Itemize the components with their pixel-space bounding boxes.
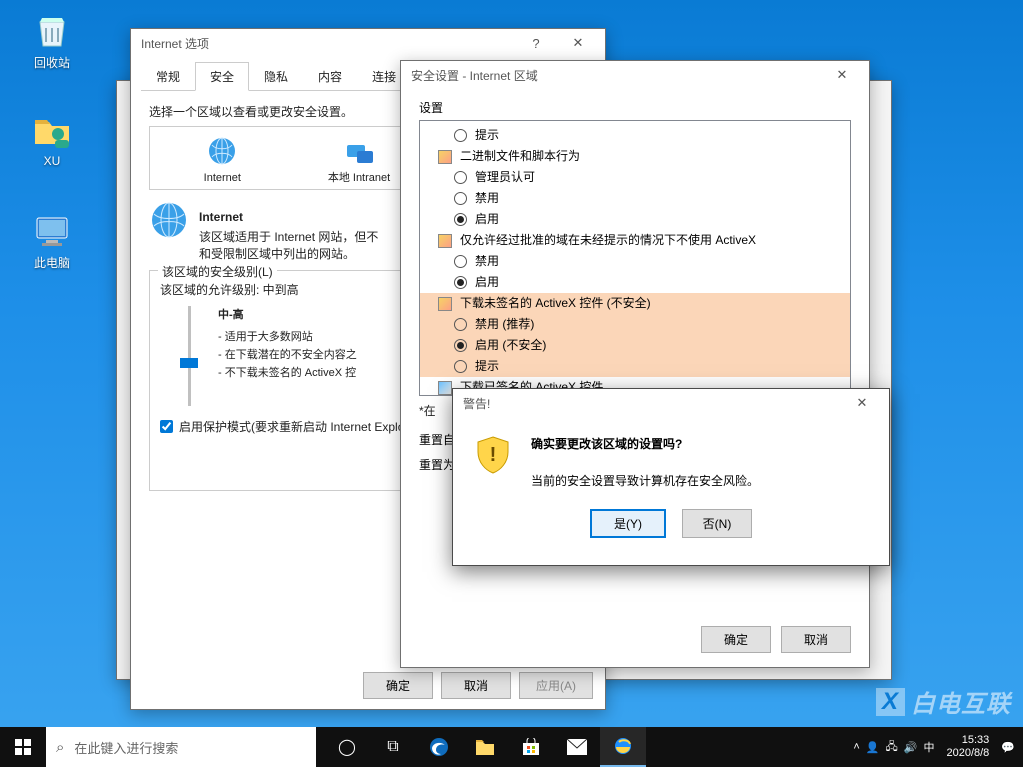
search-box[interactable]: ⌕ 在此键入进行搜索	[46, 727, 316, 767]
tray-people-icon[interactable]: 👤	[866, 741, 880, 754]
mail-icon[interactable]	[554, 727, 600, 767]
svg-text:!: !	[490, 444, 497, 466]
tree-category: 二进制文件和脚本行为	[460, 148, 580, 165]
no-button[interactable]: 否(N)	[682, 509, 752, 538]
settings-label: 设置	[419, 99, 851, 116]
tab-security[interactable]: 安全	[195, 62, 249, 91]
zone-internet[interactable]: Internet	[154, 135, 291, 185]
search-placeholder: 在此键入进行搜索	[74, 738, 178, 757]
task-view-icon[interactable]: ⧉	[370, 727, 416, 767]
tree-item[interactable]: 启用 (不安全)	[475, 337, 546, 354]
windows-logo-icon	[15, 739, 31, 755]
shield-warning-icon: !	[473, 435, 513, 475]
notifications-icon[interactable]: 💬	[1001, 741, 1015, 754]
titlebar[interactable]: Internet 选项 ? ✕	[131, 29, 605, 57]
taskbar: ⌕ 在此键入进行搜索 ◯ ⧉ ˄ 👤 🖧 🔊 中 15:33 2020/8/8 …	[0, 727, 1023, 767]
ok-button[interactable]: 确定	[701, 626, 771, 653]
category-icon	[438, 234, 452, 248]
dialog-title: 安全设置 - Internet 区域	[411, 67, 538, 84]
warning-question: 确实要更改该区域的设置吗?	[531, 435, 869, 452]
tab-privacy[interactable]: 隐私	[249, 62, 303, 91]
desktop-recycle-bin[interactable]: 回收站	[16, 10, 88, 71]
category-icon	[438, 150, 452, 164]
category-icon	[438, 381, 452, 395]
zone-desc: 和受限制区域中列出的网站。	[199, 245, 378, 262]
explorer-icon[interactable]	[462, 727, 508, 767]
tree-item[interactable]: 启用	[475, 211, 499, 228]
tree-item[interactable]: 管理员认可	[475, 169, 535, 186]
level-bullet: - 在下载潜在的不安全内容之	[218, 346, 357, 364]
edge-icon[interactable]	[416, 727, 462, 767]
dialog-title: 警告!	[463, 395, 490, 412]
folder-icon	[32, 110, 72, 150]
ie-icon[interactable]	[600, 727, 646, 767]
security-slider[interactable]	[174, 306, 204, 406]
level-name: 中-高	[218, 306, 357, 324]
tab-general[interactable]: 常规	[141, 62, 195, 91]
search-icon: ⌕	[56, 739, 64, 756]
ok-button[interactable]: 确定	[363, 672, 433, 699]
watermark: X白电互联	[876, 684, 1011, 719]
desktop-folder-xu[interactable]: XU	[16, 110, 88, 168]
titlebar[interactable]: 警告! ✕	[453, 389, 889, 417]
help-button[interactable]: ?	[515, 29, 557, 57]
warning-dialog: 警告! ✕ ! 确实要更改该区域的设置吗? 当前的安全设置导致计算机存在安全风险…	[452, 388, 890, 566]
titlebar[interactable]: 安全设置 - Internet 区域 ✕	[401, 61, 869, 89]
tree-item[interactable]: 禁用	[475, 190, 499, 207]
close-icon[interactable]: ✕	[821, 61, 863, 89]
chevron-up-icon[interactable]: ˄	[853, 741, 859, 753]
tab-content[interactable]: 内容	[303, 62, 357, 91]
recycle-bin-icon	[32, 10, 72, 50]
protected-mode-checkbox[interactable]	[160, 420, 173, 433]
desktop-label: 回收站	[16, 54, 88, 71]
tray-clock[interactable]: 15:33 2020/8/8	[940, 734, 995, 760]
desktop-label: 此电脑	[16, 254, 88, 271]
tree-item[interactable]: 禁用 (推荐)	[475, 316, 534, 333]
tree-item[interactable]: 禁用	[475, 253, 499, 270]
tree-category: 仅允许经过批准的域在未经提示的情况下不使用 ActiveX	[460, 232, 756, 249]
group-legend: 该区域的安全级别(L)	[158, 263, 277, 280]
category-icon	[438, 297, 452, 311]
tree-item[interactable]: 启用	[475, 274, 499, 291]
pc-icon	[32, 210, 72, 250]
cancel-button[interactable]: 取消	[441, 672, 511, 699]
apply-button[interactable]: 应用(A)	[519, 672, 593, 699]
zone-desc: 该区域适用于 Internet 网站，但不	[199, 228, 378, 245]
settings-tree[interactable]: 提示 二进制文件和脚本行为 管理员认可 禁用 启用 仅允许经过批准的域在未经提示…	[419, 120, 851, 396]
intranet-icon	[343, 135, 375, 167]
store-icon[interactable]	[508, 727, 554, 767]
close-icon[interactable]: ✕	[841, 389, 883, 417]
desktop-label: XU	[16, 154, 88, 168]
dialog-title: Internet 选项	[141, 35, 209, 52]
cortana-icon[interactable]: ◯	[324, 727, 370, 767]
zone-name: Internet	[199, 210, 378, 224]
warning-detail: 当前的安全设置导致计算机存在安全风险。	[531, 472, 869, 489]
yes-button[interactable]: 是(Y)	[590, 509, 666, 538]
security-settings-dialog: 安全设置 - Internet 区域 ✕ 设置 提示 二进制文件和脚本行为 管理…	[400, 60, 870, 668]
globe-icon	[206, 135, 238, 167]
tray-volume-icon[interactable]: 🔊	[904, 741, 918, 754]
close-icon[interactable]: ✕	[557, 29, 599, 57]
globe-icon	[149, 200, 189, 240]
tray-network-icon[interactable]: 🖧	[886, 738, 898, 757]
cancel-button[interactable]: 取消	[781, 626, 851, 653]
tray-ime[interactable]: 中	[923, 739, 934, 755]
tree-item[interactable]: 提示	[475, 358, 499, 375]
tree-item[interactable]: 提示	[475, 127, 499, 144]
level-bullet: - 不下载未签名的 ActiveX 控	[218, 364, 357, 382]
system-tray[interactable]: ˄ 👤 🖧 🔊 中 15:33 2020/8/8 💬	[845, 727, 1023, 767]
desktop-this-pc[interactable]: 此电脑	[16, 210, 88, 271]
tree-category: 下载未签名的 ActiveX 控件 (不安全)	[460, 295, 651, 312]
level-bullet: - 适用于大多数网站	[218, 328, 357, 346]
start-button[interactable]	[0, 727, 46, 767]
